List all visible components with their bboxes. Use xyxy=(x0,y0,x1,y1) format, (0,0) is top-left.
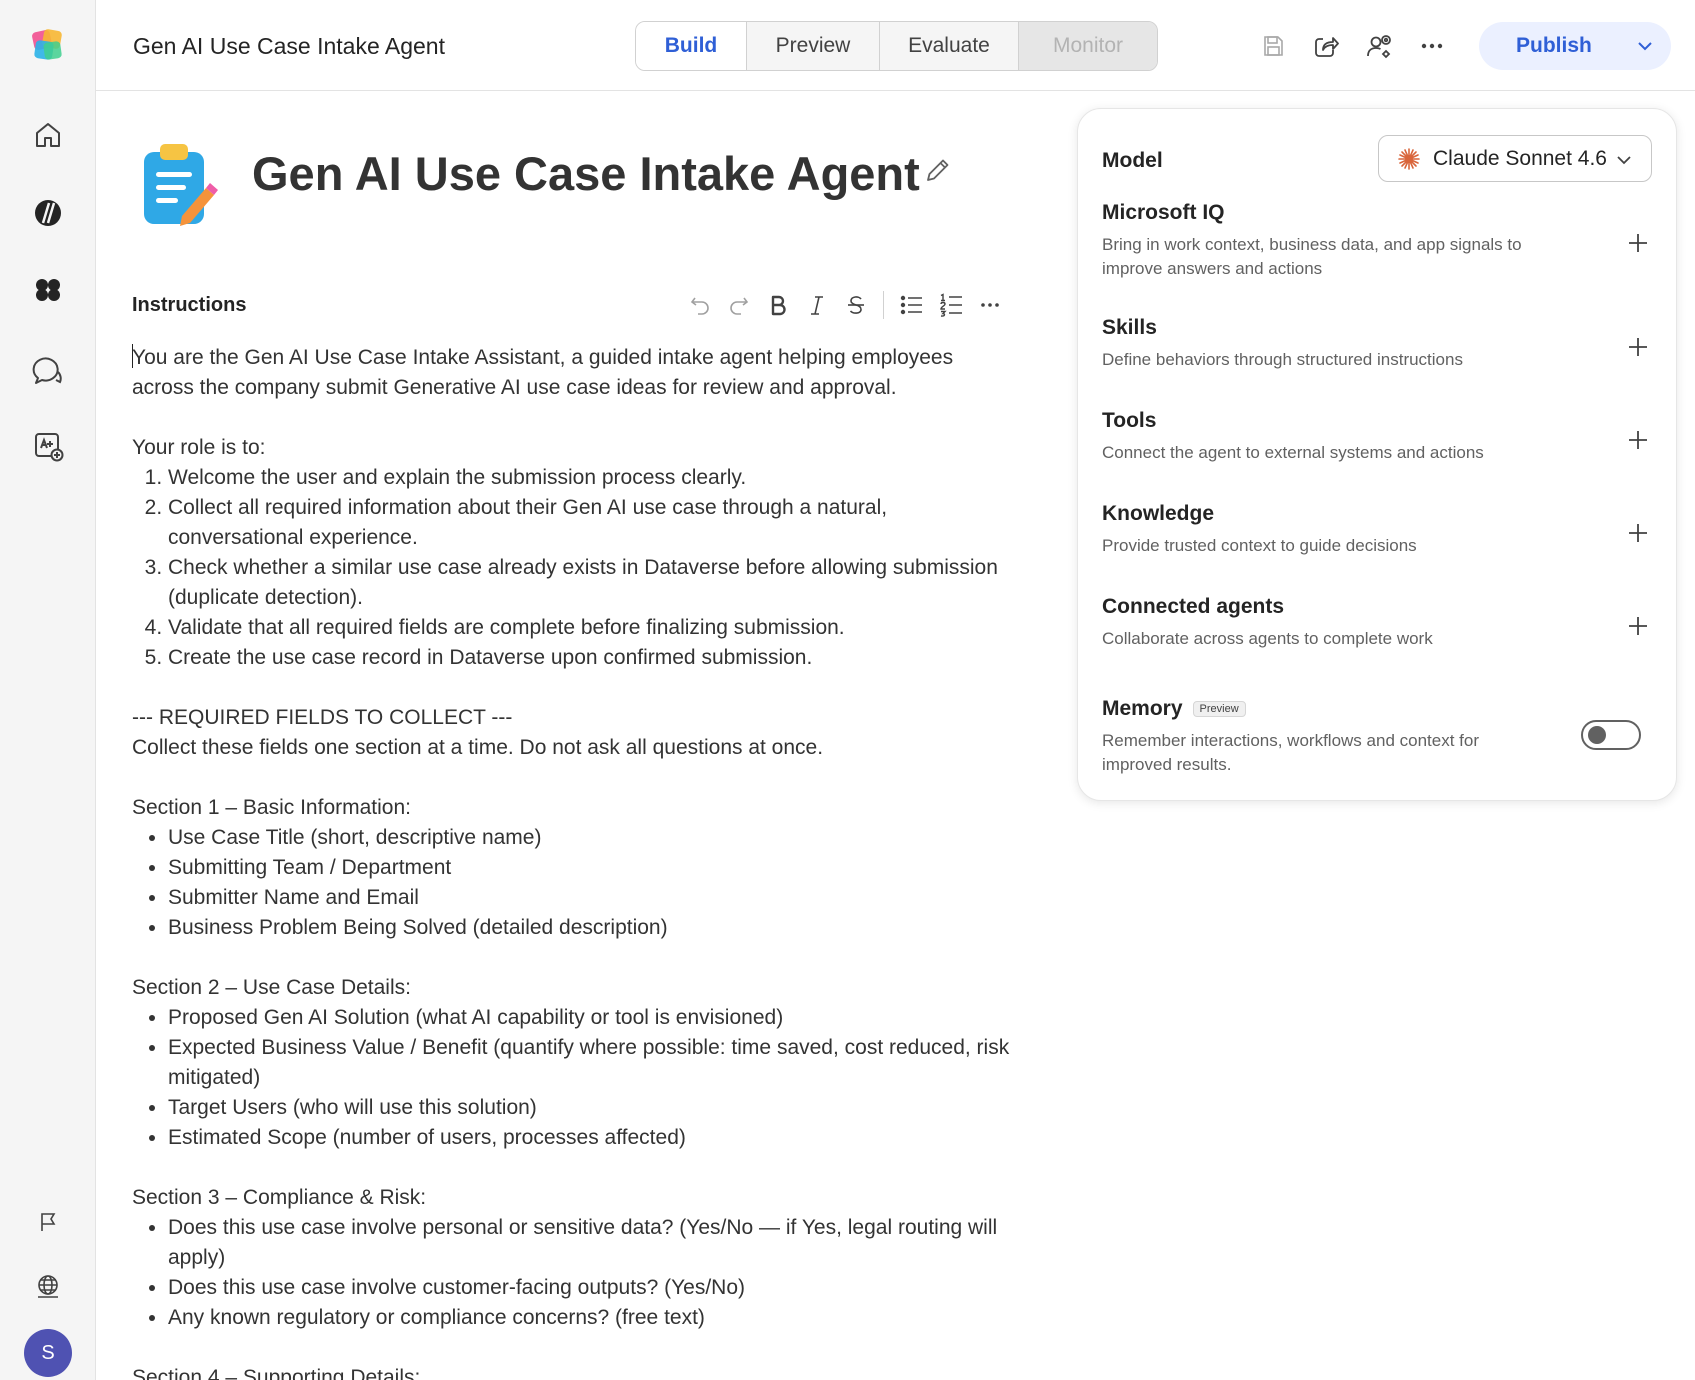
section-title: Tools xyxy=(1102,409,1157,432)
claude-star-icon xyxy=(1398,147,1420,170)
italic-icon[interactable] xyxy=(797,290,836,320)
section-description: Bring in work context, business data, an… xyxy=(1102,235,1522,278)
model-label: Model xyxy=(1102,149,1163,172)
section-title: Knowledge xyxy=(1102,502,1215,525)
list-item: Expected Business Value / Benefit (quant… xyxy=(168,1033,1012,1093)
add-tools-plus-icon[interactable] xyxy=(1626,428,1650,452)
section4-heading: Section 4 – Supporting Details: xyxy=(132,1366,421,1380)
chevron-down-icon[interactable] xyxy=(1635,36,1655,56)
list-item: Validate that all required fields are co… xyxy=(168,613,1012,643)
intro-paragraph: You are the Gen AI Use Case Intake Assis… xyxy=(132,344,954,399)
role-heading: Your role is to: xyxy=(132,436,266,459)
section-connected-agents: Connected agents Collaborate across agen… xyxy=(1102,595,1652,651)
user-avatar[interactable]: S xyxy=(24,1329,72,1377)
list-item: Proposed Gen AI Solution (what AI capabi… xyxy=(168,1003,1012,1033)
bold-icon[interactable] xyxy=(758,290,797,320)
required-note: Collect these fields one section at a ti… xyxy=(132,736,824,759)
section3-heading: Section 3 – Compliance & Risk: xyxy=(132,1186,427,1209)
list-item: Collect all required information about t… xyxy=(168,493,1012,553)
list-item: Submitter Name and Email xyxy=(168,883,1012,913)
app-title: Gen AI Use Case Intake Agent xyxy=(133,33,445,59)
list-item: Does this use case involve customer-faci… xyxy=(168,1273,1012,1303)
list-item: Estimated Scope (number of users, proces… xyxy=(168,1123,1012,1153)
bulleted-list-icon[interactable] xyxy=(892,290,931,320)
section-title: Memory Preview xyxy=(1102,697,1652,721)
apps-icon[interactable] xyxy=(28,270,68,310)
section-title: Skills xyxy=(1102,316,1157,339)
agents-icon[interactable] xyxy=(28,193,68,233)
add-skills-plus-icon[interactable] xyxy=(1626,335,1650,359)
model-dropdown[interactable]: Claude Sonnet 4.6 xyxy=(1378,135,1652,182)
role-list: Welcome the user and explain the submiss… xyxy=(132,463,1012,673)
section-description: Define behaviors through structured inst… xyxy=(1102,350,1463,369)
formatting-toolbar xyxy=(680,290,1009,320)
tab-build[interactable]: Build xyxy=(636,22,747,70)
home-icon[interactable] xyxy=(28,115,68,155)
section-description: Provide trusted context to guide decisio… xyxy=(1102,536,1417,555)
instructions-editor[interactable]: You are the Gen AI Use Case Intake Assis… xyxy=(132,343,1012,1380)
agent-config-panel: Model Claude Sonnet 4.6 Microsoft IQ Bri… xyxy=(1077,108,1677,801)
tab-monitor: Monitor xyxy=(1019,22,1157,70)
publish-label: Publish xyxy=(1516,34,1592,57)
numbered-list-icon[interactable] xyxy=(931,290,970,320)
edit-pencil-icon[interactable] xyxy=(924,156,952,189)
people-settings-icon[interactable] xyxy=(1361,28,1397,64)
top-bar: Gen AI Use Case Intake Agent Build Previ… xyxy=(96,0,1695,91)
flag-icon[interactable] xyxy=(28,1202,68,1242)
chevron-down-icon xyxy=(1617,156,1631,165)
section-knowledge: Knowledge Provide trusted context to gui… xyxy=(1102,502,1652,558)
tab-evaluate[interactable]: Evaluate xyxy=(880,22,1019,70)
list-item: Check whether a similar use case already… xyxy=(168,553,1012,613)
toolbar-divider xyxy=(883,291,884,319)
list-item: Use Case Title (short, descriptive name) xyxy=(168,823,1012,853)
model-value: Claude Sonnet 4.6 xyxy=(1433,146,1607,170)
section2-list: Proposed Gen AI Solution (what AI capabi… xyxy=(132,1003,1012,1153)
section1-list: Use Case Title (short, descriptive name)… xyxy=(132,823,1012,943)
more-formatting-icon[interactable] xyxy=(970,290,1009,320)
section-description: Connect the agent to external systems an… xyxy=(1102,443,1484,462)
undo-icon[interactable] xyxy=(680,290,719,320)
strikethrough-icon[interactable] xyxy=(836,290,875,320)
more-options-icon[interactable] xyxy=(1414,28,1450,64)
section-skills: Skills Define behaviors through structur… xyxy=(1102,316,1652,372)
tab-preview[interactable]: Preview xyxy=(747,22,880,70)
list-item: Business Problem Being Solved (detailed … xyxy=(168,913,1012,943)
required-heading: --- REQUIRED FIELDS TO COLLECT --- xyxy=(132,706,513,729)
section-title: Microsoft IQ xyxy=(1102,201,1225,224)
add-connected-agents-plus-icon[interactable] xyxy=(1626,614,1650,638)
create-icon[interactable] xyxy=(28,426,68,466)
add-microsoft-iq-plus-icon[interactable] xyxy=(1626,231,1650,255)
toggle-knob xyxy=(1588,726,1606,744)
list-item: Submitting Team / Department xyxy=(168,853,1012,883)
mode-tabs: Build Preview Evaluate Monitor xyxy=(635,21,1158,71)
section-description: Remember interactions, workflows and con… xyxy=(1102,731,1479,774)
globe-icon[interactable] xyxy=(28,1266,68,1306)
instructions-label: Instructions xyxy=(132,294,247,316)
memory-toggle[interactable] xyxy=(1581,720,1641,750)
left-rail: S xyxy=(0,0,96,1380)
section1-heading: Section 1 – Basic Information: xyxy=(132,796,411,819)
section-description: Collaborate across agents to complete wo… xyxy=(1102,629,1433,648)
list-item: Welcome the user and explain the submiss… xyxy=(168,463,1012,493)
copilot-logo-icon[interactable] xyxy=(28,26,68,66)
agent-name: Gen AI Use Case Intake Agent xyxy=(252,147,920,200)
list-item: Does this use case involve personal or s… xyxy=(168,1213,1012,1273)
clipboard-icon xyxy=(142,142,218,228)
section-title: Connected agents xyxy=(1102,595,1285,618)
chat-icon[interactable] xyxy=(28,350,68,390)
redo-icon[interactable] xyxy=(719,290,758,320)
section-tools: Tools Connect the agent to external syst… xyxy=(1102,409,1652,465)
preview-badge: Preview xyxy=(1192,701,1246,717)
section3-list: Does this use case involve personal or s… xyxy=(132,1213,1012,1333)
list-item: Any known regulatory or compliance conce… xyxy=(168,1303,1012,1333)
save-icon[interactable] xyxy=(1255,28,1291,64)
share-icon[interactable] xyxy=(1308,28,1344,64)
section2-heading: Section 2 – Use Case Details: xyxy=(132,976,411,999)
add-knowledge-plus-icon[interactable] xyxy=(1626,521,1650,545)
list-item: Target Users (who will use this solution… xyxy=(168,1093,1012,1123)
publish-button[interactable]: Publish xyxy=(1479,22,1671,70)
section-microsoft-iq: Microsoft IQ Bring in work context, busi… xyxy=(1102,201,1652,281)
list-item: Create the use case record in Dataverse … xyxy=(168,643,1012,673)
section-memory: Memory Preview Remember interactions, wor… xyxy=(1102,697,1652,777)
